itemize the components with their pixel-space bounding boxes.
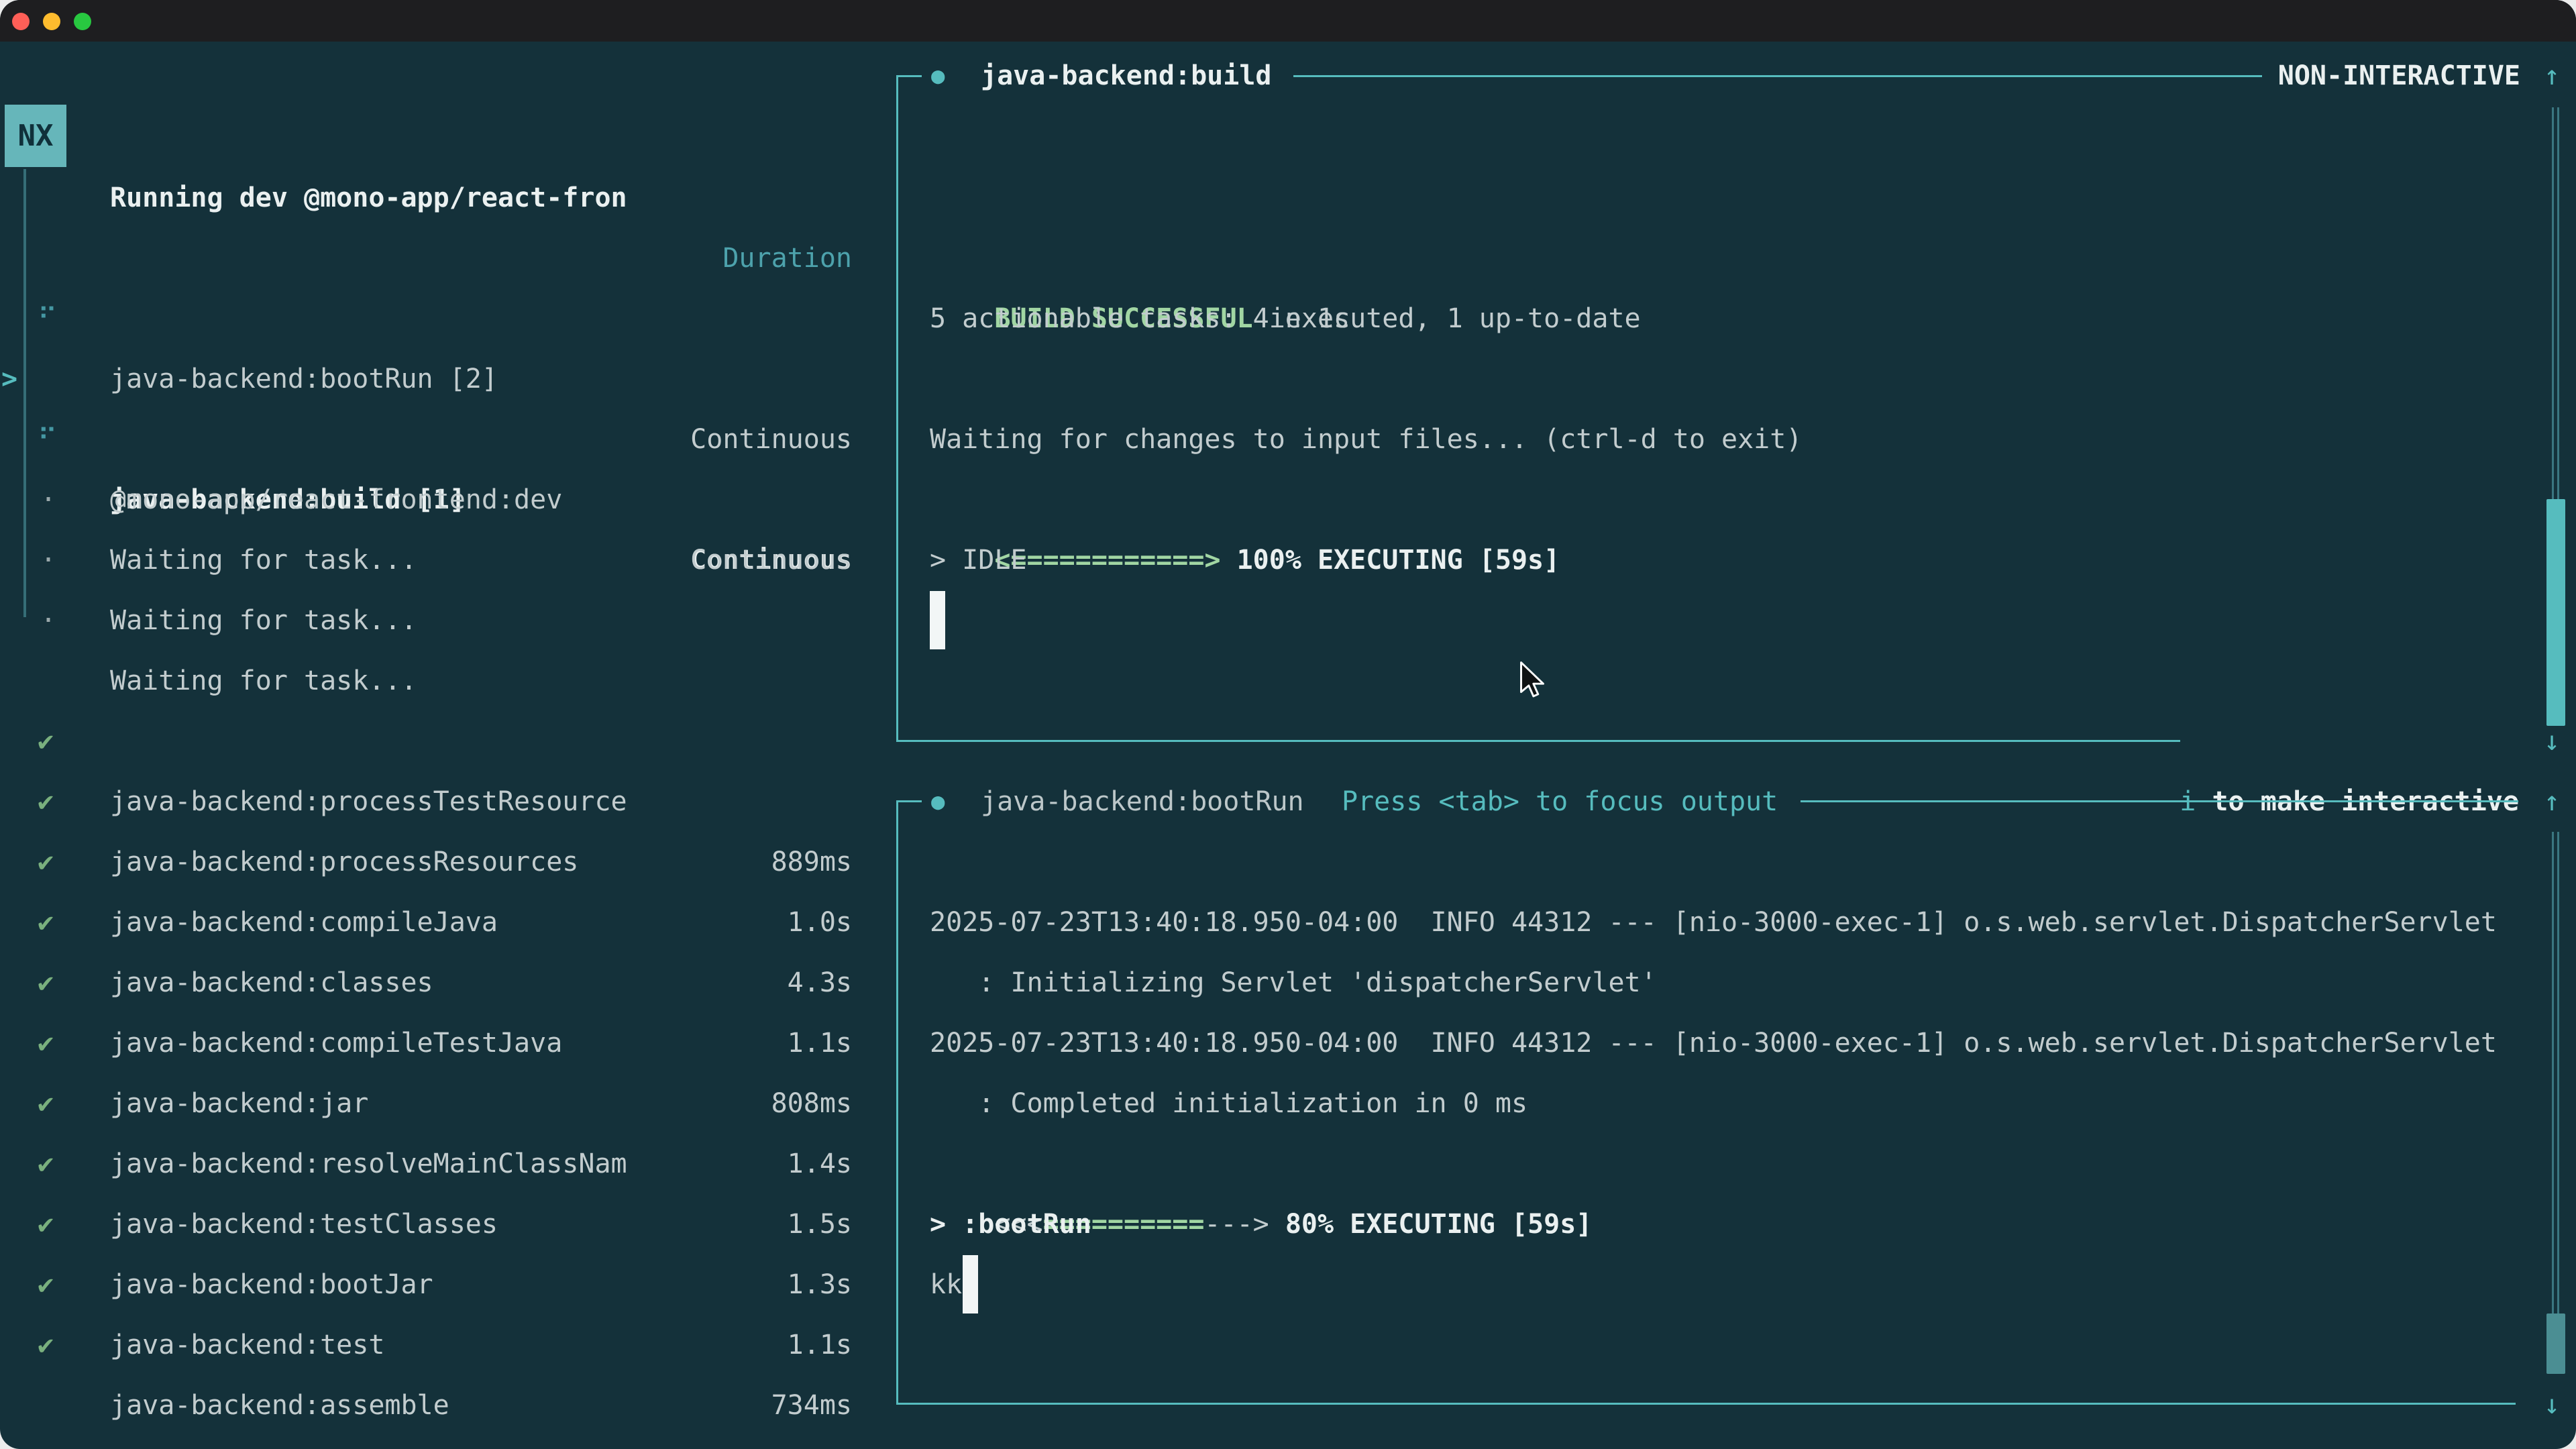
- zoom-button[interactable]: [74, 13, 91, 30]
- task-duration: 1.1s: [788, 1315, 852, 1375]
- sidebar-title: Running dev @mono-app/react-fron: [110, 168, 627, 228]
- progress-status: 100% EXECUTING [59s]: [1220, 545, 1560, 576]
- titlebar: [0, 0, 2576, 42]
- bootrun-pane-title[interactable]: java-backend:bootRun: [981, 771, 1304, 832]
- completed-task-row[interactable]: ✔ java-backend:processResources 1.0s: [0, 711, 896, 771]
- close-button[interactable]: [12, 13, 30, 30]
- log-line: : Initializing Servlet 'dispatcherServle…: [930, 953, 1657, 1013]
- task-row-build-selected[interactable]: > ⠋ java-backend:build [1] Continuous: [0, 288, 896, 349]
- terminal-cursor: [963, 1255, 978, 1313]
- bootrun-prompt-line: > :bootRun: [930, 1194, 1091, 1254]
- scrollbar-track[interactable]: [2552, 832, 2554, 1313]
- pager: ← 1/2 →: [27, 1375, 205, 1435]
- task-row-frontend-dev[interactable]: ⠋ @mono-app/react-frontend:dev Continuou…: [0, 349, 896, 409]
- bootrun-pane-title-line: [1801, 800, 2518, 802]
- build-tasks-summary: 5 actionable tasks: 4 executed, 1 up-to-…: [930, 288, 1641, 349]
- scrollbar-thumb[interactable]: [2546, 1313, 2565, 1374]
- build-pane-left-border: [896, 76, 898, 741]
- scrollbar-track[interactable]: [2552, 107, 2554, 499]
- completed-task-row[interactable]: ✔ java-backend:classes 1.1s: [0, 832, 896, 892]
- bootrun-focus-hint: Press <tab> to focus output: [1342, 771, 1778, 832]
- build-pane-top-dash: [896, 75, 922, 77]
- scrollbar-track[interactable]: [2557, 832, 2559, 1313]
- completed-task-row[interactable]: ✔ java-backend:test 734ms: [0, 1194, 896, 1254]
- progress-status: 80% EXECUTING [59s]: [1269, 1209, 1593, 1240]
- scroll-up-icon[interactable]: ↑: [2544, 771, 2560, 832]
- scroll-up-icon[interactable]: ↑: [2544, 46, 2560, 106]
- bootrun-progress-line: <<<==========---> 80% EXECUTING [59s]: [930, 1134, 1592, 1194]
- waiting-bullet-icon: ·: [40, 590, 56, 651]
- build-success-line: BUILD SUCCESSFUL in 1s: [930, 228, 1350, 288]
- build-pane-bullet-icon: ●: [931, 46, 945, 106]
- build-pane-title-line: [1293, 75, 2262, 77]
- key-hints: quit: q help: ?: [529, 1375, 852, 1435]
- log-line: : Completed initialization in 0 ms: [930, 1073, 1527, 1134]
- bootrun-pane-bottom-border: [896, 1403, 2516, 1405]
- completed-task-row[interactable]: ✔ java-backend:compileTestJava 808ms: [0, 892, 896, 953]
- waiting-task-row[interactable]: · Waiting for task...: [0, 470, 896, 530]
- log-line: 2025-07-23T13:40:18.950-04:00 INFO 44312…: [930, 892, 2497, 953]
- build-idle-line: > IDLE: [930, 530, 1027, 590]
- completed-task-row[interactable]: ✔ java-backend:bootJar 1.1s: [0, 1134, 896, 1194]
- mouse-cursor-icon: [1517, 661, 1547, 701]
- scrollbar-track[interactable]: [2557, 107, 2559, 499]
- completed-task-row[interactable]: ✔ java-backend:jar 1.4s: [0, 953, 896, 1013]
- completed-task-row[interactable]: ✔ java-backend:testClasses 1.3s: [0, 1073, 896, 1134]
- progress-bar-suffix: --->: [1204, 1209, 1269, 1240]
- build-pane-bottom-border: [896, 740, 2180, 742]
- build-waiting-line: Waiting for changes to input files... (c…: [930, 409, 1802, 470]
- completed-task-row[interactable]: ✔ java-backend:compileJava 4.3s: [0, 771, 896, 832]
- interactive-hint: i to make interactive: [2115, 711, 2519, 771]
- sidebar-header: Running dev @mono-app/react-fron Duratio…: [0, 107, 896, 168]
- bootrun-pane-bullet-icon: ●: [931, 771, 945, 832]
- log-line: 2025-07-23T13:40:18.950-04:00 INFO 44312…: [930, 1013, 2497, 1073]
- terminal-cursor: [930, 591, 945, 649]
- waiting-task-row[interactable]: · Waiting for task...: [0, 530, 896, 590]
- build-pane-mode-badge: NON-INTERACTIVE: [2278, 46, 2520, 106]
- check-icon: ✔: [38, 1315, 54, 1375]
- build-progress-line: <============> 100% EXECUTING [59s]: [930, 470, 1560, 530]
- scroll-down-icon[interactable]: ↓: [2544, 711, 2560, 771]
- task-row-bootrun[interactable]: ⠋ java-backend:bootRun [2] Continuous: [0, 228, 896, 288]
- scroll-down-icon[interactable]: ↓: [2544, 1375, 2560, 1435]
- waiting-task-row[interactable]: · Waiting for task...: [0, 409, 896, 470]
- terminal-window: NX Running dev @mono-app/react-fron Dura…: [0, 0, 2576, 1449]
- completed-task-row[interactable]: ✔ java-backend:assemble 774ms: [0, 1254, 896, 1315]
- waiting-label: Waiting for task...: [110, 590, 417, 651]
- build-pane-title[interactable]: java-backend:build: [981, 46, 1271, 106]
- minimize-button[interactable]: [43, 13, 60, 30]
- bootrun-pane-left-border: [896, 801, 898, 1405]
- progress-bar: <============>: [994, 545, 1220, 576]
- completed-task-row[interactable]: ✔ java-backend:processTestResource 889ms: [0, 651, 896, 711]
- completed-task-row[interactable]: ✔ java-backend:resolveMainClassNam 1.5s: [0, 1013, 896, 1073]
- bootrun-input-line[interactable]: kk: [930, 1254, 962, 1315]
- bootrun-pane-top-dash: [896, 800, 922, 802]
- scrollbar-thumb[interactable]: [2546, 499, 2565, 726]
- task-label: java-backend:test: [110, 1315, 384, 1375]
